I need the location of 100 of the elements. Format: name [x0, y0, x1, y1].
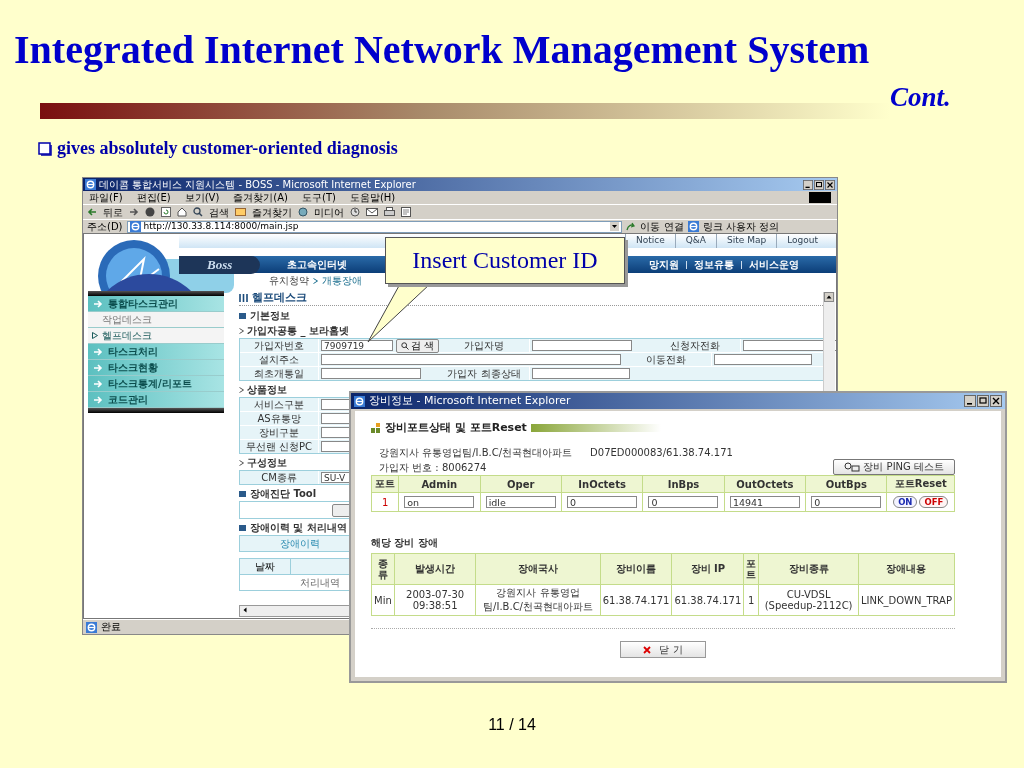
value-field[interactable]: 0 [648, 496, 719, 508]
column-header: 장애국사 [475, 553, 601, 585]
form-label: 무선랜 신청PC [240, 440, 319, 453]
square-icon [239, 312, 246, 319]
column-header: 발생시간 [394, 553, 476, 585]
go-icon[interactable] [625, 221, 636, 232]
column-header: 장비이름 [600, 553, 672, 585]
mail-icon[interactable] [366, 207, 378, 217]
form-label: 서비스구분 [240, 398, 319, 411]
form-label: 장비구분 [240, 426, 319, 439]
window-title: 장비정보 - Microsoft Internet Explorer [369, 394, 572, 408]
maximize-icon[interactable] [814, 179, 824, 190]
forward-icon[interactable] [129, 207, 139, 217]
sidebar-item[interactable]: 타스크처리 [88, 344, 224, 360]
sidebar-item[interactable]: 코드관리 [88, 392, 224, 408]
search-icon[interactable] [193, 207, 203, 217]
form-label: CM종류 [240, 471, 319, 484]
menu-tab[interactable]: 정보유통 [687, 258, 741, 271]
menu-item[interactable]: 도구(T) [302, 191, 336, 204]
top-link[interactable]: Site Map [716, 234, 777, 248]
table-cell: 강원지사 유통영업팀/I.B.C/천곡현대아파트 [475, 584, 601, 616]
sidebar-item[interactable]: 헬프데스크 [88, 328, 224, 344]
arrow-icon [94, 379, 104, 388]
on-button[interactable]: ON [893, 496, 918, 508]
refresh-icon[interactable] [161, 207, 171, 217]
form-label: 가입자 최종상태 [439, 367, 530, 380]
device-info: 강원지사 유통영업팀/I.B.C/천곡현대아파트 [379, 446, 573, 459]
sidebar-item[interactable]: 타스크통계/리포트 [88, 376, 224, 392]
value-field[interactable]: idle [485, 496, 556, 508]
top-link[interactable]: Q&A [674, 234, 717, 248]
sidebar-item[interactable]: 타스크현황 [88, 360, 224, 376]
back-icon[interactable] [87, 207, 97, 217]
top-link[interactable]: Logout [776, 234, 828, 248]
sidebar-item[interactable]: 통합타스크관리 [88, 296, 224, 312]
caret-icon [239, 386, 244, 393]
off-button[interactable]: OFF [919, 496, 949, 508]
menu-tab[interactable]: 서비스운영 [742, 258, 806, 271]
value-field[interactable]: 14941 [729, 496, 800, 508]
menu-item[interactable]: 파일(F) [89, 191, 123, 204]
favorites-button[interactable]: 즐겨찾기 [252, 205, 292, 219]
ping-button[interactable]: 장비 PING 테스트 [833, 459, 955, 475]
minimize-icon[interactable] [964, 395, 976, 407]
menu-item[interactable]: 편집(E) [136, 191, 171, 204]
network-icon [844, 462, 861, 472]
slide-subtitle: Cont. [890, 82, 951, 113]
input-field[interactable] [321, 368, 421, 379]
stop-icon[interactable] [145, 207, 155, 217]
menu-item[interactable]: 즐겨찾기(A) [233, 191, 288, 204]
value-field[interactable]: 0 [811, 496, 882, 508]
browser-icon [86, 621, 97, 633]
media-button[interactable]: 미디어 [314, 205, 344, 219]
search-button[interactable]: 검색 [209, 205, 229, 219]
caret-icon [239, 327, 244, 334]
form-label: 신청자전화 [650, 339, 741, 352]
slide-title: Integrated Internet Network Management System [13, 26, 871, 72]
sidebar-item[interactable]: 작업데스크 [88, 312, 224, 328]
minimize-icon[interactable] [803, 179, 813, 190]
home-icon[interactable] [177, 207, 187, 217]
input-field[interactable] [532, 368, 630, 379]
close-icon[interactable] [825, 179, 835, 190]
dropdown-icon[interactable] [609, 222, 619, 231]
maximize-icon[interactable] [977, 395, 989, 407]
breadcrumb-item[interactable]: 개통장애 [322, 274, 362, 287]
menu-item[interactable]: 도움말(H) [349, 191, 396, 204]
media-icon[interactable] [298, 207, 308, 217]
search-button[interactable]: 검 색 [395, 338, 439, 353]
caret-icon [239, 459, 244, 466]
history-icon[interactable] [350, 207, 360, 217]
print-icon[interactable] [384, 207, 395, 217]
input-field[interactable] [714, 354, 812, 365]
column-header: 장비종류 [758, 553, 859, 585]
breadcrumb-item[interactable]: 유치청약 [269, 274, 309, 287]
edit-icon[interactable] [401, 207, 411, 217]
address-field[interactable]: http://130.33.8.114:8000/main.jsp [126, 220, 622, 233]
up-arrow-icon[interactable] [824, 292, 834, 302]
device-info: D07ED000083/61.38.74.171 [590, 446, 733, 459]
window-title: 데이콤 통합서비스 지원시스템 - BOSS - Microsoft Internet Explorer [99, 178, 417, 191]
links-item[interactable]: 링크 사용자 정의 [702, 219, 779, 234]
bullet-icon [38, 141, 52, 156]
input-field[interactable]: 7909719 [321, 340, 393, 351]
table-cell: 1 [743, 584, 759, 616]
input-field[interactable] [321, 354, 621, 365]
table-cell: LINK_DOWN_TRAP [858, 584, 955, 616]
value-field[interactable]: on [404, 496, 475, 508]
table-cell: 61.38.74.171 [600, 584, 672, 616]
close-button[interactable]: 닫 기 [620, 641, 706, 658]
table-cell: 61.38.74.171 [671, 584, 744, 616]
favorites-icon[interactable] [235, 207, 246, 217]
menu-tab[interactable]: 망지원 [642, 258, 686, 271]
input-field[interactable] [532, 340, 632, 351]
menu-tab[interactable]: 초고속인터넷 [280, 258, 355, 271]
menu-item[interactable]: 보기(V) [184, 191, 220, 204]
value-field[interactable]: 0 [567, 496, 638, 508]
column-header: 포트Reset [886, 475, 955, 493]
close-icon[interactable] [990, 395, 1002, 407]
back-button[interactable]: 뒤로 [103, 205, 123, 219]
links-label: 연결 [663, 219, 684, 234]
table-cell: 1 [371, 492, 399, 512]
go-button[interactable]: 이동 [639, 219, 660, 234]
form-label: 이동전화 [621, 353, 712, 366]
